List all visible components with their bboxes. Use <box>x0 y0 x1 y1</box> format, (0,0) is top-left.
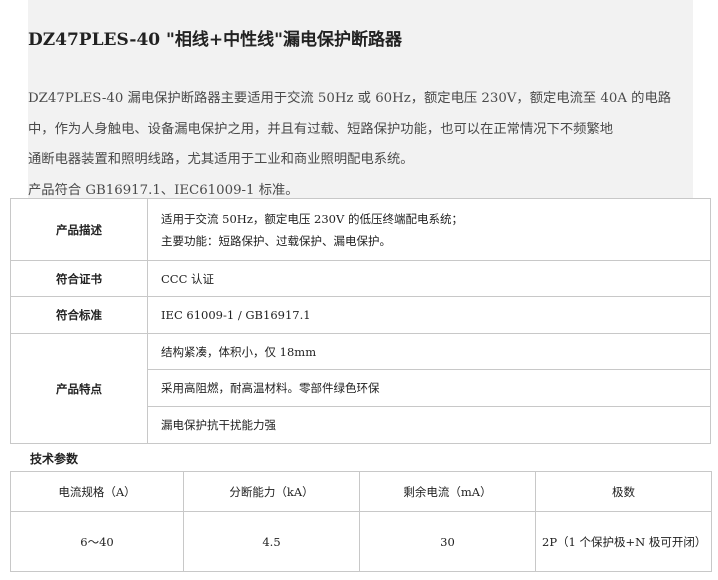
spec-row-certificate: 符合证书 CCC 认证 <box>10 260 711 297</box>
tech-value-cell: 4.5 <box>183 511 360 572</box>
spec-label: 产品描述 <box>10 198 148 261</box>
tech-header-cell: 极数 <box>535 471 712 512</box>
spec-value: 结构紧凑，体积小，仅 18mm <box>147 333 711 370</box>
tech-value-cell: 6～40 <box>10 511 184 572</box>
spec-value: IEC 61009-1 / GB16917.1 <box>147 296 711 334</box>
spec-value: CCC 认证 <box>147 260 711 297</box>
product-spec-table: 产品描述 适用于交流 50Hz，额定电压 230V 的低压终端配电系统； 主要功… <box>10 198 711 444</box>
tech-header-cell: 剩余电流（mA） <box>359 471 536 512</box>
spec-row-standard: 符合标准 IEC 61009-1 / GB16917.1 <box>10 296 711 334</box>
spec-value-line: 主要功能：短路保护、过载保护、漏电保护。 <box>161 233 391 248</box>
spec-row-description: 产品描述 适用于交流 50Hz，额定电压 230V 的低压终端配电系统； 主要功… <box>10 198 711 261</box>
description-line: DZ47PLES-40 漏电保护断路器主要适用于交流 50Hz 或 60Hz，额… <box>28 91 672 106</box>
tech-header-cell: 电流规格（A） <box>10 471 184 512</box>
tech-value-cell: 2P（1 个保护极+N 极可开闭） <box>535 511 712 572</box>
intro-description: DZ47PLES-40 漏电保护断路器主要适用于交流 50Hz 或 60Hz，额… <box>28 84 690 206</box>
spec-label: 符合证书 <box>10 260 148 297</box>
tech-params-table: 电流规格（A） 分断能力（kA） 剩余电流（mA） 极数 6～40 4.5 30… <box>10 471 712 572</box>
spec-value: 漏电保护抗干扰能力强 <box>147 406 711 444</box>
description-line: 通断电器装置和照明线路，尤其适用于工业和商业照明配电系统。 <box>28 152 414 167</box>
spec-value: 适用于交流 50Hz，额定电压 230V 的低压终端配电系统； 主要功能：短路保… <box>147 198 711 261</box>
tech-header-cell: 分断能力（kA） <box>183 471 360 512</box>
spec-label: 符合标准 <box>10 296 148 334</box>
tech-header-row: 电流规格（A） 分断能力（kA） 剩余电流（mA） 极数 <box>10 471 712 512</box>
description-line: 中，作为人身触电、设备漏电保护之用，并且有过载、短路保护功能，也可以在正常情况下… <box>28 121 614 137</box>
spec-value: 采用高阻燃，耐高温材料。零部件绿色环保 <box>147 369 711 407</box>
spec-label: 产品特点 <box>10 333 148 444</box>
spec-row-features: 产品特点 结构紧凑，体积小，仅 18mm <box>10 333 711 444</box>
page-title: DZ47PLES-40 "相线+中性线"漏电保护断路器 <box>28 30 402 50</box>
tech-value-row: 6～40 4.5 30 2P（1 个保护极+N 极可开闭） <box>10 511 712 572</box>
tech-params-heading: 技术参数 <box>30 452 79 466</box>
tech-value-cell: 30 <box>359 511 536 572</box>
spec-value-line: 适用于交流 50Hz，额定电压 230V 的低压终端配电系统； <box>161 211 463 226</box>
